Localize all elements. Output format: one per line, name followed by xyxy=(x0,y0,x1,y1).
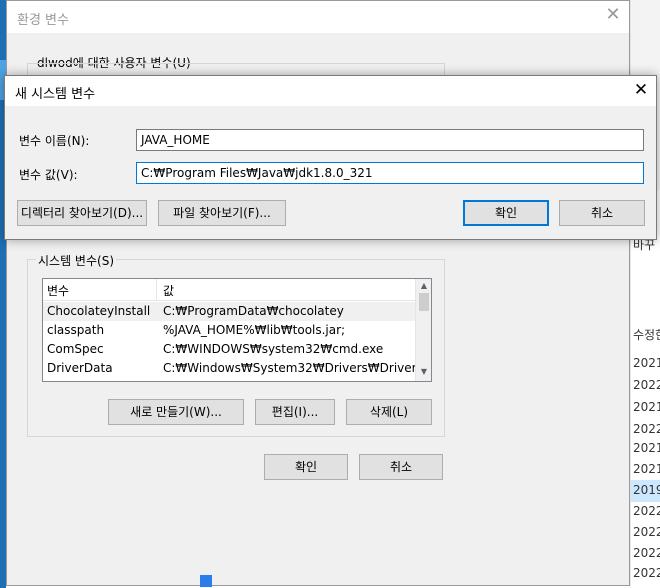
variable-name-label: 변수 이름(N): xyxy=(19,134,90,148)
explorer-row-date[interactable]: 2021 xyxy=(633,356,660,370)
dialog-title-bar[interactable]: 새 시스템 변수 ✕ xyxy=(5,76,656,106)
env-window-title: 환경 변수 xyxy=(17,13,69,28)
edit-variable-button[interactable]: 편집(I)... xyxy=(255,399,335,425)
explorer-row-date[interactable]: 2022 xyxy=(633,546,660,560)
explorer-row-date[interactable]: 2022 xyxy=(633,378,660,392)
column-header-value[interactable]: 값 xyxy=(163,282,174,299)
env-cancel-button[interactable]: 취소 xyxy=(359,454,443,480)
variable-name: ChocolateyInstall xyxy=(47,304,151,318)
env-title-bar[interactable]: 환경 변수 ✕ xyxy=(7,1,629,33)
explorer-row-date[interactable]: 2022 xyxy=(633,525,660,539)
variable-name: ComSpec xyxy=(47,342,104,356)
delete-variable-button[interactable]: 삭제(L) xyxy=(346,399,432,425)
variable-value-label: 변수 값(V): xyxy=(19,168,78,182)
new-variable-button[interactable]: 새로 만들기(W)... xyxy=(108,399,244,425)
env-close-icon[interactable]: ✕ xyxy=(603,5,623,25)
table-header: 변수 값 xyxy=(43,279,415,301)
browse-directory-button[interactable]: 디렉터리 찾아보기(D)... xyxy=(17,200,147,226)
system-variables-label: 시스템 변수(S) xyxy=(36,252,116,269)
explorer-bottom-fragment xyxy=(200,574,360,588)
variable-name-input[interactable]: JAVA_HOME xyxy=(136,129,644,151)
dialog-close-icon[interactable]: ✕ xyxy=(631,80,651,100)
dialog-ok-button[interactable]: 확인 xyxy=(463,200,549,226)
explorer-row-date[interactable]: 2021 xyxy=(633,400,660,414)
table-scrollbar[interactable]: ▲ ▼ xyxy=(415,279,431,381)
new-system-variable-dialog: 새 시스템 변수 ✕ 변수 이름(N): JAVA_HOME 변수 값(V): … xyxy=(4,75,657,240)
system-variables-table[interactable]: 변수 값 ChocolateyInstall C:₩ProgramData₩ch… xyxy=(42,278,432,382)
scroll-thumb[interactable] xyxy=(419,293,429,311)
browse-file-button[interactable]: 파일 찾아보기(F)... xyxy=(158,200,286,226)
variable-value: C:₩ProgramData₩chocolatey xyxy=(163,304,344,318)
explorer-row-date[interactable]: 2021 xyxy=(633,462,660,476)
variable-name: classpath xyxy=(47,323,105,337)
explorer-row-date[interactable]: 2022 xyxy=(633,422,660,436)
variable-value: C:₩Windows₩System32₩Drivers₩DriverData xyxy=(163,361,432,375)
explorer-column-header-modified[interactable]: 수정한 xyxy=(633,326,660,343)
variable-name: DriverData xyxy=(47,361,113,375)
env-ok-button[interactable]: 확인 xyxy=(264,454,348,480)
table-row[interactable]: ComSpec C:₩WINDOWS₩system32₩cmd.exe xyxy=(43,340,415,359)
column-header-variable[interactable]: 변수 xyxy=(47,282,69,299)
variable-value: C:₩WINDOWS₩system32₩cmd.exe xyxy=(163,342,384,356)
scroll-up-icon[interactable]: ▲ xyxy=(416,281,431,293)
explorer-row-date[interactable]: 2022 xyxy=(633,504,660,518)
explorer-row-date[interactable]: 2022 xyxy=(633,566,660,580)
column-divider[interactable] xyxy=(156,279,157,301)
variable-value: %JAVA_HOME%₩lib₩tools.jar; xyxy=(163,323,346,337)
variable-value-input[interactable]: C:₩Program Files₩Java₩jdk1.8.0_321 xyxy=(136,162,644,184)
table-row[interactable]: classpath %JAVA_HOME%₩lib₩tools.jar; xyxy=(43,321,415,340)
table-row[interactable]: ChocolateyInstall C:₩ProgramData₩chocola… xyxy=(43,302,415,321)
scroll-down-icon[interactable]: ▼ xyxy=(416,367,431,379)
explorer-row-date[interactable]: 2019 xyxy=(633,483,660,497)
dialog-title: 새 시스템 변수 xyxy=(15,87,96,102)
explorer-row-date[interactable]: 2021 xyxy=(633,441,660,455)
folder-icon xyxy=(200,575,212,587)
dialog-cancel-button[interactable]: 취소 xyxy=(559,200,645,226)
table-row[interactable]: DriverData C:₩Windows₩System32₩Drivers₩D… xyxy=(43,359,431,378)
system-variables-group: 시스템 변수(S) 변수 값 ChocolateyInstall C:₩Prog… xyxy=(27,252,445,437)
